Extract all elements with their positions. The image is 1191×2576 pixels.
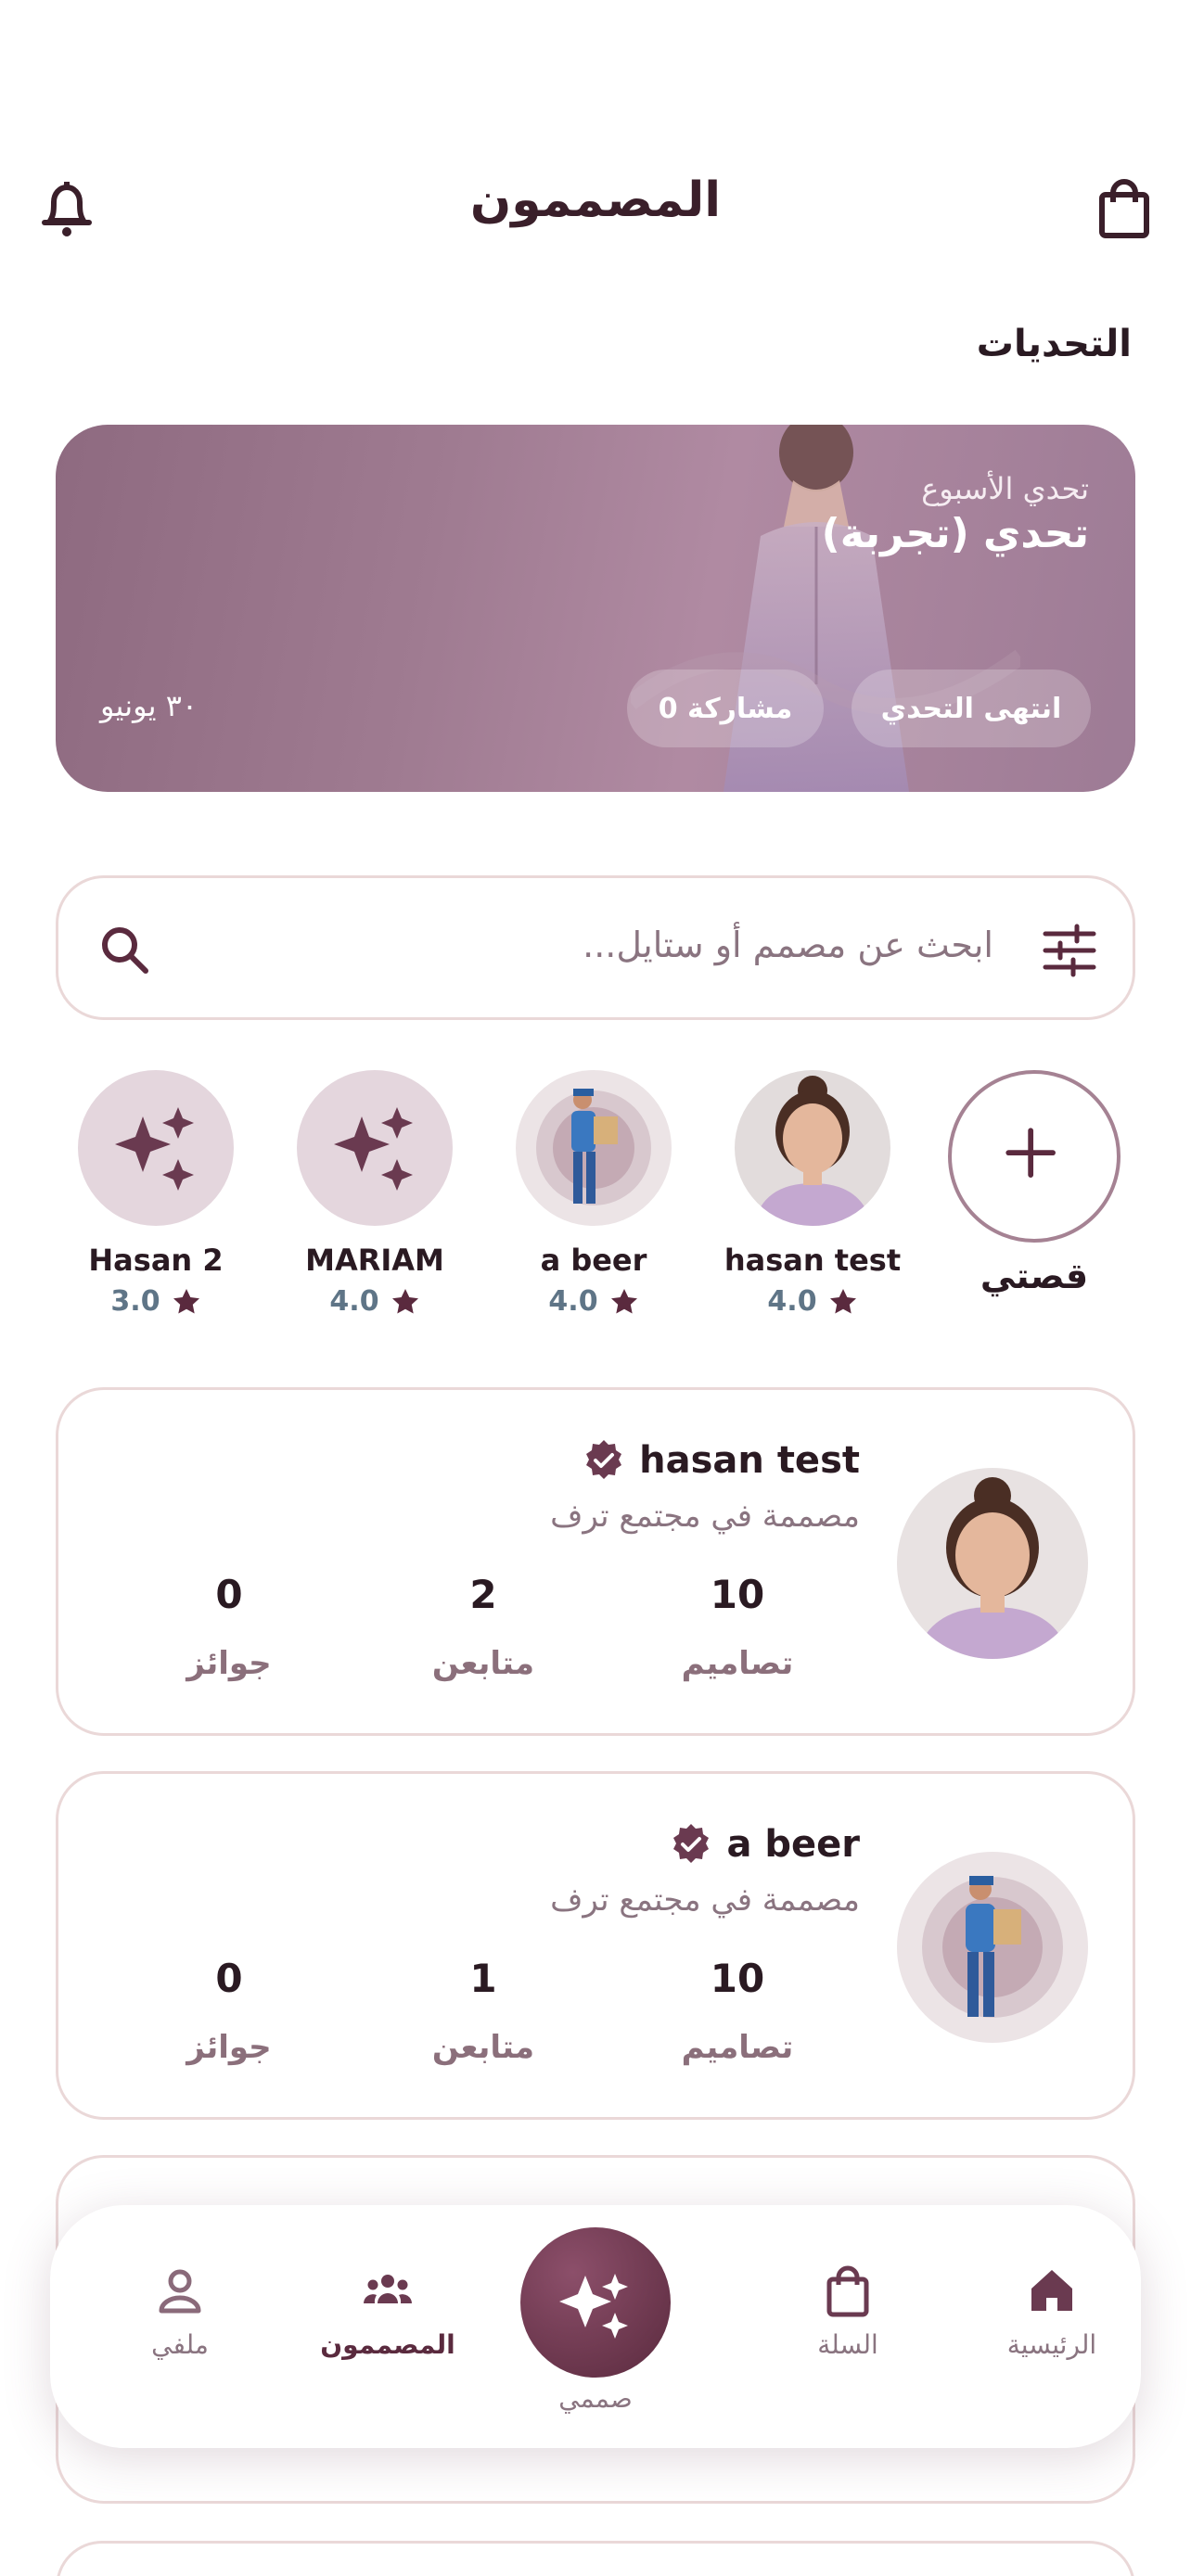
challenge-subtitle: تحدي الأسبوع [921,471,1089,506]
story-rating: 3.0 [63,1285,249,1318]
add-story-label: قصتي [980,1256,1089,1296]
woman-avatar [916,1477,1069,1659]
star-icon [391,1288,418,1313]
designer-name: a beer [726,1823,860,1866]
participants-badge: 0 مشاركة [627,670,824,747]
nav-profile[interactable]: ملفي [78,2263,282,2360]
story-rating: 4.0 [720,1285,905,1318]
delivery-man-avatar [922,1876,1063,2018]
page-title: المصممون [469,172,722,228]
challenges-section-title: التحديات [976,323,1132,365]
designer-name: hasan test [639,1439,860,1482]
story-avatar [735,1070,890,1226]
woman-avatar [753,1076,872,1226]
challenge-status-badge: انتهى التحدي [852,670,1091,747]
designer-card[interactable] [56,2541,1135,2576]
add-story-circle[interactable] [948,1070,1121,1243]
awards-stat: 0 جوائز [186,1572,272,1682]
user-icon [159,2269,201,2314]
story-item[interactable]: Hasan 2 3.0 [63,1070,249,1330]
nav-cart[interactable]: السلة [746,2263,950,2360]
story-avatar [78,1070,234,1226]
challenge-title: تحدي (تجربة) [821,510,1089,557]
designer-role: مصممة في مجتمع ترف [550,1881,860,1919]
story-item[interactable]: a beer 4.0 [501,1070,686,1330]
sparkles-icon [334,1107,413,1191]
designer-avatar [897,1468,1088,1659]
search-icon[interactable] [96,921,155,980]
challenge-date: ٣٠ يونيو [100,688,198,723]
shopping-bag-icon [826,2265,869,2317]
star-icon [829,1288,856,1313]
search-input[interactable]: ابحث عن مصمم أو ستايل... [583,925,993,965]
shopping-bag-icon[interactable] [1095,176,1154,241]
designer-role: مصممة في مجتمع ترف [550,1498,860,1535]
bottom-nav: الرئيسية السلة صممي المصممون ملفي [50,2205,1141,2448]
group-icon [364,2275,412,2303]
star-icon [610,1288,637,1313]
followers-stat: 2 متابعن [431,1572,535,1682]
followers-stat: 1 متابعن [431,1956,535,2066]
designer-name-row: a beer [669,1822,860,1867]
verified-badge-icon [673,1824,710,1863]
plus-icon [1005,1128,1056,1178]
designer-card[interactable]: a beer مصممة في مجتمع ترف 10 تصاميم 1 مت… [56,1771,1135,2120]
story-item[interactable]: MARIAM 4.0 [282,1070,467,1330]
story-item[interactable]: hasan test 4.0 [720,1070,905,1330]
story-rating: 4.0 [282,1285,467,1318]
story-name: MARIAM [305,1243,444,1278]
designer-avatar [897,1852,1088,2043]
awards-stat: 0 جوائز [186,1956,272,2066]
delivery-man-avatar [536,1089,651,1205]
designers-screen: المصممون التحديات تحدي الأسبوع تحدي (تجر… [0,0,1191,2576]
search-bar[interactable]: ابحث عن مصمم أو ستايل... [56,875,1135,1020]
story-rating: 4.0 [501,1285,686,1318]
star-icon [173,1288,199,1313]
nav-home[interactable]: الرئيسية [950,2263,1154,2360]
story-name: Hasan 2 [88,1243,224,1278]
sparkles-icon [115,1107,194,1191]
designs-stat: 10 تصاميم [681,1956,794,2066]
designer-name-row: hasan test [582,1438,860,1483]
story-name: a beer [540,1243,647,1278]
nav-design-label: صممي [558,2383,633,2414]
nav-designers[interactable]: المصممون [286,2263,490,2360]
home-icon [1031,2270,1072,2311]
filter-icon[interactable] [1040,921,1099,980]
verified-badge-icon [586,1440,622,1479]
story-avatar [297,1070,453,1226]
designs-stat: 10 تصاميم [681,1572,794,1682]
sparkles-icon [559,2274,628,2339]
story-avatar [516,1070,672,1226]
design-button[interactable] [520,2227,671,2378]
header: المصممون [0,148,1191,269]
add-story-button[interactable]: قصتي [948,1070,1121,1330]
story-name: hasan test [724,1243,902,1278]
designer-card[interactable]: hasan test مصممة في مجتمع ترف 10 تصاميم … [56,1387,1135,1736]
challenge-card[interactable]: تحدي الأسبوع تحدي (تجربة) انتهى التحدي 0… [56,425,1135,792]
